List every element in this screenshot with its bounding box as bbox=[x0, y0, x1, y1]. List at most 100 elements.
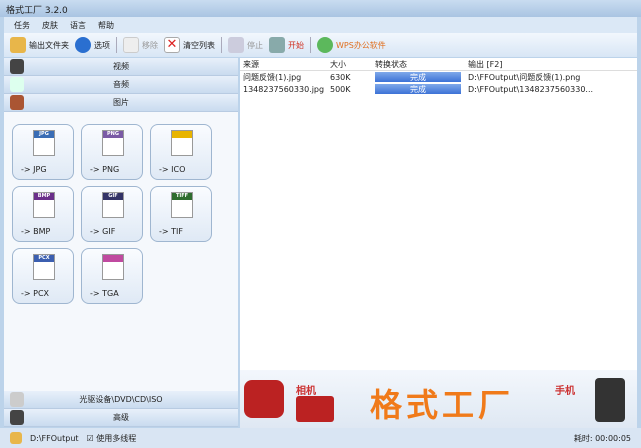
format-tile[interactable]: PCX -> PCX bbox=[12, 248, 74, 304]
advanced-icon bbox=[10, 410, 24, 425]
category-picture[interactable]: 图片 bbox=[4, 94, 238, 112]
start-icon bbox=[269, 37, 285, 53]
picture-icon bbox=[10, 95, 24, 110]
camera-icon bbox=[296, 396, 334, 422]
category-panel: 视频 音频 图片 JPG -> JPG PNG -> PNG -> ICO BMP -> B… bbox=[4, 58, 238, 427]
category-rom[interactable]: 光驱设备\DVD\CD\ISO bbox=[4, 391, 238, 409]
output: D:\FFOutput\1348237560330... bbox=[468, 84, 594, 94]
file-icon: JPG bbox=[33, 130, 55, 156]
output-folder-button[interactable]: 输出文件夹 bbox=[10, 37, 69, 53]
tile-label: -> BMP bbox=[21, 227, 51, 236]
wps-icon bbox=[317, 37, 333, 53]
folder-icon bbox=[10, 432, 22, 444]
label: 移除 bbox=[142, 40, 158, 50]
file-icon: TIFF bbox=[171, 192, 193, 218]
badge: JPG bbox=[34, 131, 54, 138]
header-status[interactable]: 转换状态 bbox=[375, 59, 465, 70]
label: 选项 bbox=[94, 40, 110, 50]
file-icon: BMP bbox=[33, 192, 55, 218]
menu-skin[interactable]: 皮肤 bbox=[42, 20, 58, 30]
start-button[interactable]: 开始 bbox=[269, 37, 304, 53]
size: 500K bbox=[330, 84, 351, 94]
folder-icon bbox=[10, 37, 26, 53]
output-folder-path[interactable]: D:\FFOutput bbox=[30, 434, 79, 443]
divider bbox=[221, 37, 222, 53]
file-icon: PCX bbox=[33, 254, 55, 280]
table-row[interactable]: 问题反馈(1).jpg 630K 完成 D:\FFOutput\问题反馈(1).png bbox=[240, 71, 637, 83]
multithread-checkbox[interactable]: ☑ 使用多线程 bbox=[87, 433, 137, 444]
format-tile[interactable]: PNG -> PNG bbox=[81, 124, 143, 180]
disc-icon bbox=[10, 392, 24, 407]
badge: PCX bbox=[34, 255, 54, 262]
format-tile[interactable]: BMP -> BMP bbox=[12, 186, 74, 242]
format-tile[interactable]: GIF -> GIF bbox=[81, 186, 143, 242]
label: 图片 bbox=[113, 98, 129, 107]
remove-icon bbox=[123, 37, 139, 53]
file-icon: GIF bbox=[102, 192, 124, 218]
tile-label: -> ICO bbox=[159, 165, 186, 174]
clear-icon: ✕ bbox=[164, 37, 180, 53]
status-progress: 完成 bbox=[375, 84, 461, 94]
format-tile[interactable]: JPG -> JPG bbox=[12, 124, 74, 180]
category-audio[interactable]: 音频 bbox=[4, 76, 238, 94]
source: 问题反馈(1).jpg bbox=[243, 72, 302, 82]
stop-button[interactable]: 停止 bbox=[228, 37, 263, 53]
status-progress: 完成 bbox=[375, 72, 461, 82]
format-grid: JPG -> JPG PNG -> PNG -> ICO BMP -> BMP GIF -> G… bbox=[12, 124, 212, 304]
header-output[interactable]: 输出 [F2] bbox=[465, 59, 637, 70]
camera-label: 相机 bbox=[296, 386, 316, 397]
tile-label: -> JPG bbox=[21, 165, 47, 174]
menu-task[interactable]: 任务 bbox=[14, 20, 30, 30]
category-advanced[interactable]: 高级 bbox=[4, 409, 238, 427]
phone-label: 手机 bbox=[555, 386, 575, 397]
header-source[interactable]: 来源 bbox=[240, 59, 330, 70]
badge: GIF bbox=[103, 193, 123, 200]
remove-button[interactable]: 移除 bbox=[123, 37, 158, 53]
badge: TIFF bbox=[172, 193, 192, 200]
camcorder-icon bbox=[244, 380, 284, 418]
options-button[interactable]: 选项 bbox=[75, 37, 110, 53]
label: 清空列表 bbox=[183, 40, 215, 50]
stop-icon bbox=[228, 37, 244, 53]
badge: BMP bbox=[34, 193, 54, 200]
label: 停止 bbox=[247, 40, 263, 50]
file-icon bbox=[171, 130, 193, 156]
phone-icon bbox=[595, 378, 625, 422]
file-icon bbox=[102, 254, 124, 280]
title-bar: 格式工厂 3.2.0 bbox=[0, 0, 641, 17]
task-list: 来源 大小 转换状态 输出 [F2] 问题反馈(1).jpg 630K 完成 D:\F… bbox=[240, 58, 637, 370]
menu-bar: 任务 皮肤 语言 帮助 bbox=[4, 17, 637, 33]
format-tile[interactable]: TIFF -> TIF bbox=[150, 186, 212, 242]
header-size[interactable]: 大小 bbox=[330, 59, 375, 70]
format-tile[interactable]: -> TGA bbox=[81, 248, 143, 304]
options-icon bbox=[75, 37, 91, 53]
label: 使用多线程 bbox=[96, 433, 137, 443]
label: 高级 bbox=[113, 413, 129, 422]
label: 音频 bbox=[113, 80, 129, 89]
menu-help[interactable]: 帮助 bbox=[98, 20, 114, 30]
badge bbox=[172, 131, 192, 138]
elapsed-time: 耗时: 00:00:05 bbox=[573, 433, 631, 443]
logo: 格式工厂 bbox=[370, 386, 515, 424]
window-title: 格式工厂 3.2.0 bbox=[6, 6, 68, 16]
table-row[interactable]: 1348237560330.jpg 500K 完成 D:\FFOutput\13482… bbox=[240, 83, 637, 95]
file-icon: PNG bbox=[102, 130, 124, 156]
badge: PNG bbox=[103, 131, 123, 138]
video-icon bbox=[10, 59, 24, 74]
format-tile[interactable]: -> ICO bbox=[150, 124, 212, 180]
label: 输出文件夹 bbox=[29, 40, 69, 50]
category-video[interactable]: 视频 bbox=[4, 58, 238, 76]
clear-list-button[interactable]: ✕ 清空列表 bbox=[164, 37, 215, 53]
wps-button[interactable]: WPS办公软件 bbox=[317, 37, 386, 53]
tile-label: -> PNG bbox=[90, 165, 120, 174]
label: 视频 bbox=[113, 62, 129, 71]
tile-label: -> PCX bbox=[21, 289, 50, 298]
label: 光驱设备\DVD\CD\ISO bbox=[79, 395, 163, 404]
label: WPS办公软件 bbox=[336, 40, 386, 50]
source: 1348237560330.jpg bbox=[243, 84, 325, 94]
list-header: 来源 大小 转换状态 输出 [F2] bbox=[240, 58, 637, 71]
audio-icon bbox=[10, 77, 24, 92]
menu-language[interactable]: 语言 bbox=[70, 20, 86, 30]
output: D:\FFOutput\问题反馈(1).png bbox=[468, 72, 581, 82]
badge bbox=[103, 255, 123, 262]
